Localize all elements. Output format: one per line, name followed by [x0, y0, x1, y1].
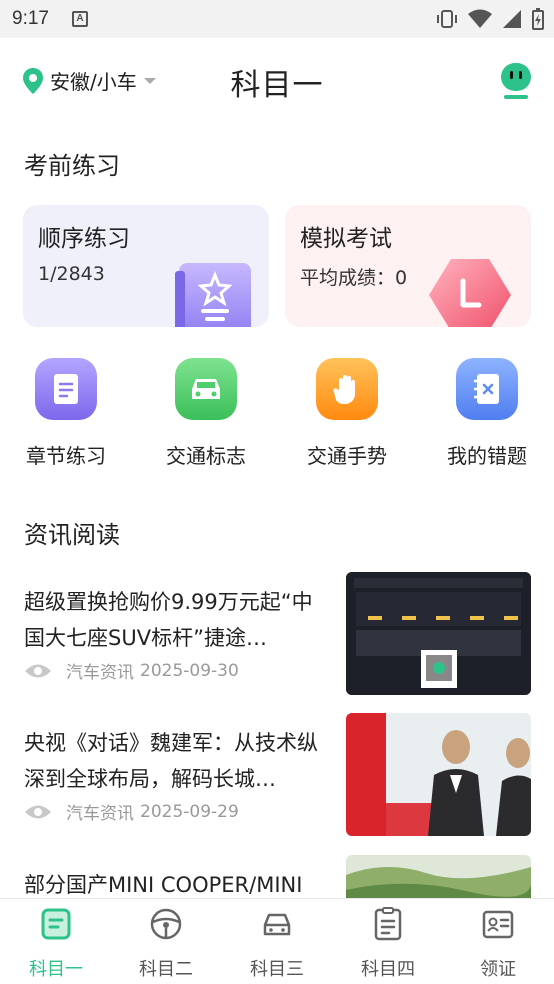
order-practice-title: 顺序练习 [38, 226, 130, 252]
chapter-icon [35, 358, 97, 420]
news-thumbnail [346, 713, 531, 836]
order-practice-card[interactable]: 顺序练习 1/2843 [23, 205, 269, 327]
status-time: 9:17 [12, 8, 49, 29]
news-meta: 汽车资讯 2025-09-30 [24, 658, 239, 683]
subject-one-icon [41, 908, 71, 940]
traffic-signs-button[interactable]: 交通标志 [151, 356, 261, 469]
news-title: 央视《对话》魏建军：从技术纵深到全球布局，解码长城… [24, 731, 318, 791]
traffic-gestures-label: 交通手势 [307, 444, 387, 468]
battery-icon [532, 8, 544, 30]
news-thumbnail [346, 855, 531, 899]
eye-icon [25, 805, 51, 818]
news-title: 超级置换抢购价9.99万元起“中国大七座SUV标杆”捷途… [24, 590, 313, 650]
vibrate-icon [437, 10, 457, 28]
assistant-robot-icon[interactable] [500, 62, 532, 100]
nav-label: 科目二 [139, 959, 193, 980]
nav-label: 领证 [480, 959, 516, 980]
mock-exam-score: 平均成绩：0 [300, 267, 408, 289]
chapter-practice-button[interactable]: 章节练习 [11, 356, 121, 469]
news-thumbnail [346, 572, 531, 695]
nav-subject-four[interactable]: 科目四 [343, 907, 433, 981]
nav-label: 科目三 [250, 959, 304, 980]
car-front-icon [263, 913, 291, 936]
news-title: 部分国产MINI COOPER/MINI [24, 873, 303, 897]
signal-icon [503, 10, 521, 28]
nav-label: 科目一 [29, 959, 83, 980]
nav-subject-one[interactable]: 科目一 [11, 907, 101, 981]
news-date: 2025-09-30 [140, 660, 239, 681]
license-icon [482, 910, 514, 939]
status-icons [436, 8, 544, 30]
status-bar: 9:17 A [0, 0, 554, 38]
news-item[interactable]: 部分国产MINI COOPER/MINI [0, 855, 554, 899]
hexagon-l-icon [429, 259, 511, 327]
nav-label: 科目四 [361, 959, 415, 980]
hand-icon [316, 358, 378, 420]
chapter-practice-label: 章节练习 [26, 444, 106, 468]
news-date: 2025-09-29 [140, 801, 239, 822]
order-practice-progress: 1/2843 [38, 263, 105, 285]
notebook-icon [456, 358, 518, 420]
news-section-title: 资讯阅读 [24, 515, 120, 552]
my-mistakes-label: 我的错题 [447, 444, 527, 468]
news-source: 汽车资讯 [66, 663, 134, 683]
book-star-icon [175, 263, 251, 327]
nav-subject-two[interactable]: 科目二 [121, 907, 211, 981]
app-header: 安徽/小车 科目一 [0, 38, 554, 124]
wifi-icon [468, 9, 492, 28]
steering-wheel-icon [150, 908, 182, 940]
traffic-signs-label: 交通标志 [166, 444, 246, 468]
news-item[interactable]: 超级置换抢购价9.99万元起“中国大七座SUV标杆”捷途… 汽车资讯 2025-… [0, 572, 554, 696]
news-item[interactable]: 央视《对话》魏建军：从技术纵深到全球布局，解码长城… 汽车资讯 2025-09-… [0, 713, 554, 837]
bottom-navigation: 科目一 科目二 科目三 科目四 领证 [0, 898, 554, 984]
nav-subject-three[interactable]: 科目三 [232, 907, 322, 981]
nav-license[interactable]: 领证 [453, 907, 543, 981]
news-source: 汽车资讯 [66, 804, 134, 824]
eye-icon [25, 664, 51, 677]
car-icon [175, 358, 237, 420]
notification-icon: A [72, 11, 88, 27]
mock-exam-title: 模拟考试 [300, 226, 392, 252]
news-meta: 汽车资讯 2025-09-29 [24, 799, 239, 824]
mock-exam-card[interactable]: 模拟考试 平均成绩：0 [285, 205, 531, 327]
shortcut-grid: 章节练习 交通标志 交通手势 我的错题 [0, 356, 554, 476]
document-icon [374, 907, 402, 941]
page-title: 科目一 [230, 68, 324, 103]
practice-section-title: 考前练习 [24, 146, 120, 183]
my-mistakes-button[interactable]: 我的错题 [432, 356, 542, 469]
traffic-gestures-button[interactable]: 交通手势 [292, 356, 402, 469]
